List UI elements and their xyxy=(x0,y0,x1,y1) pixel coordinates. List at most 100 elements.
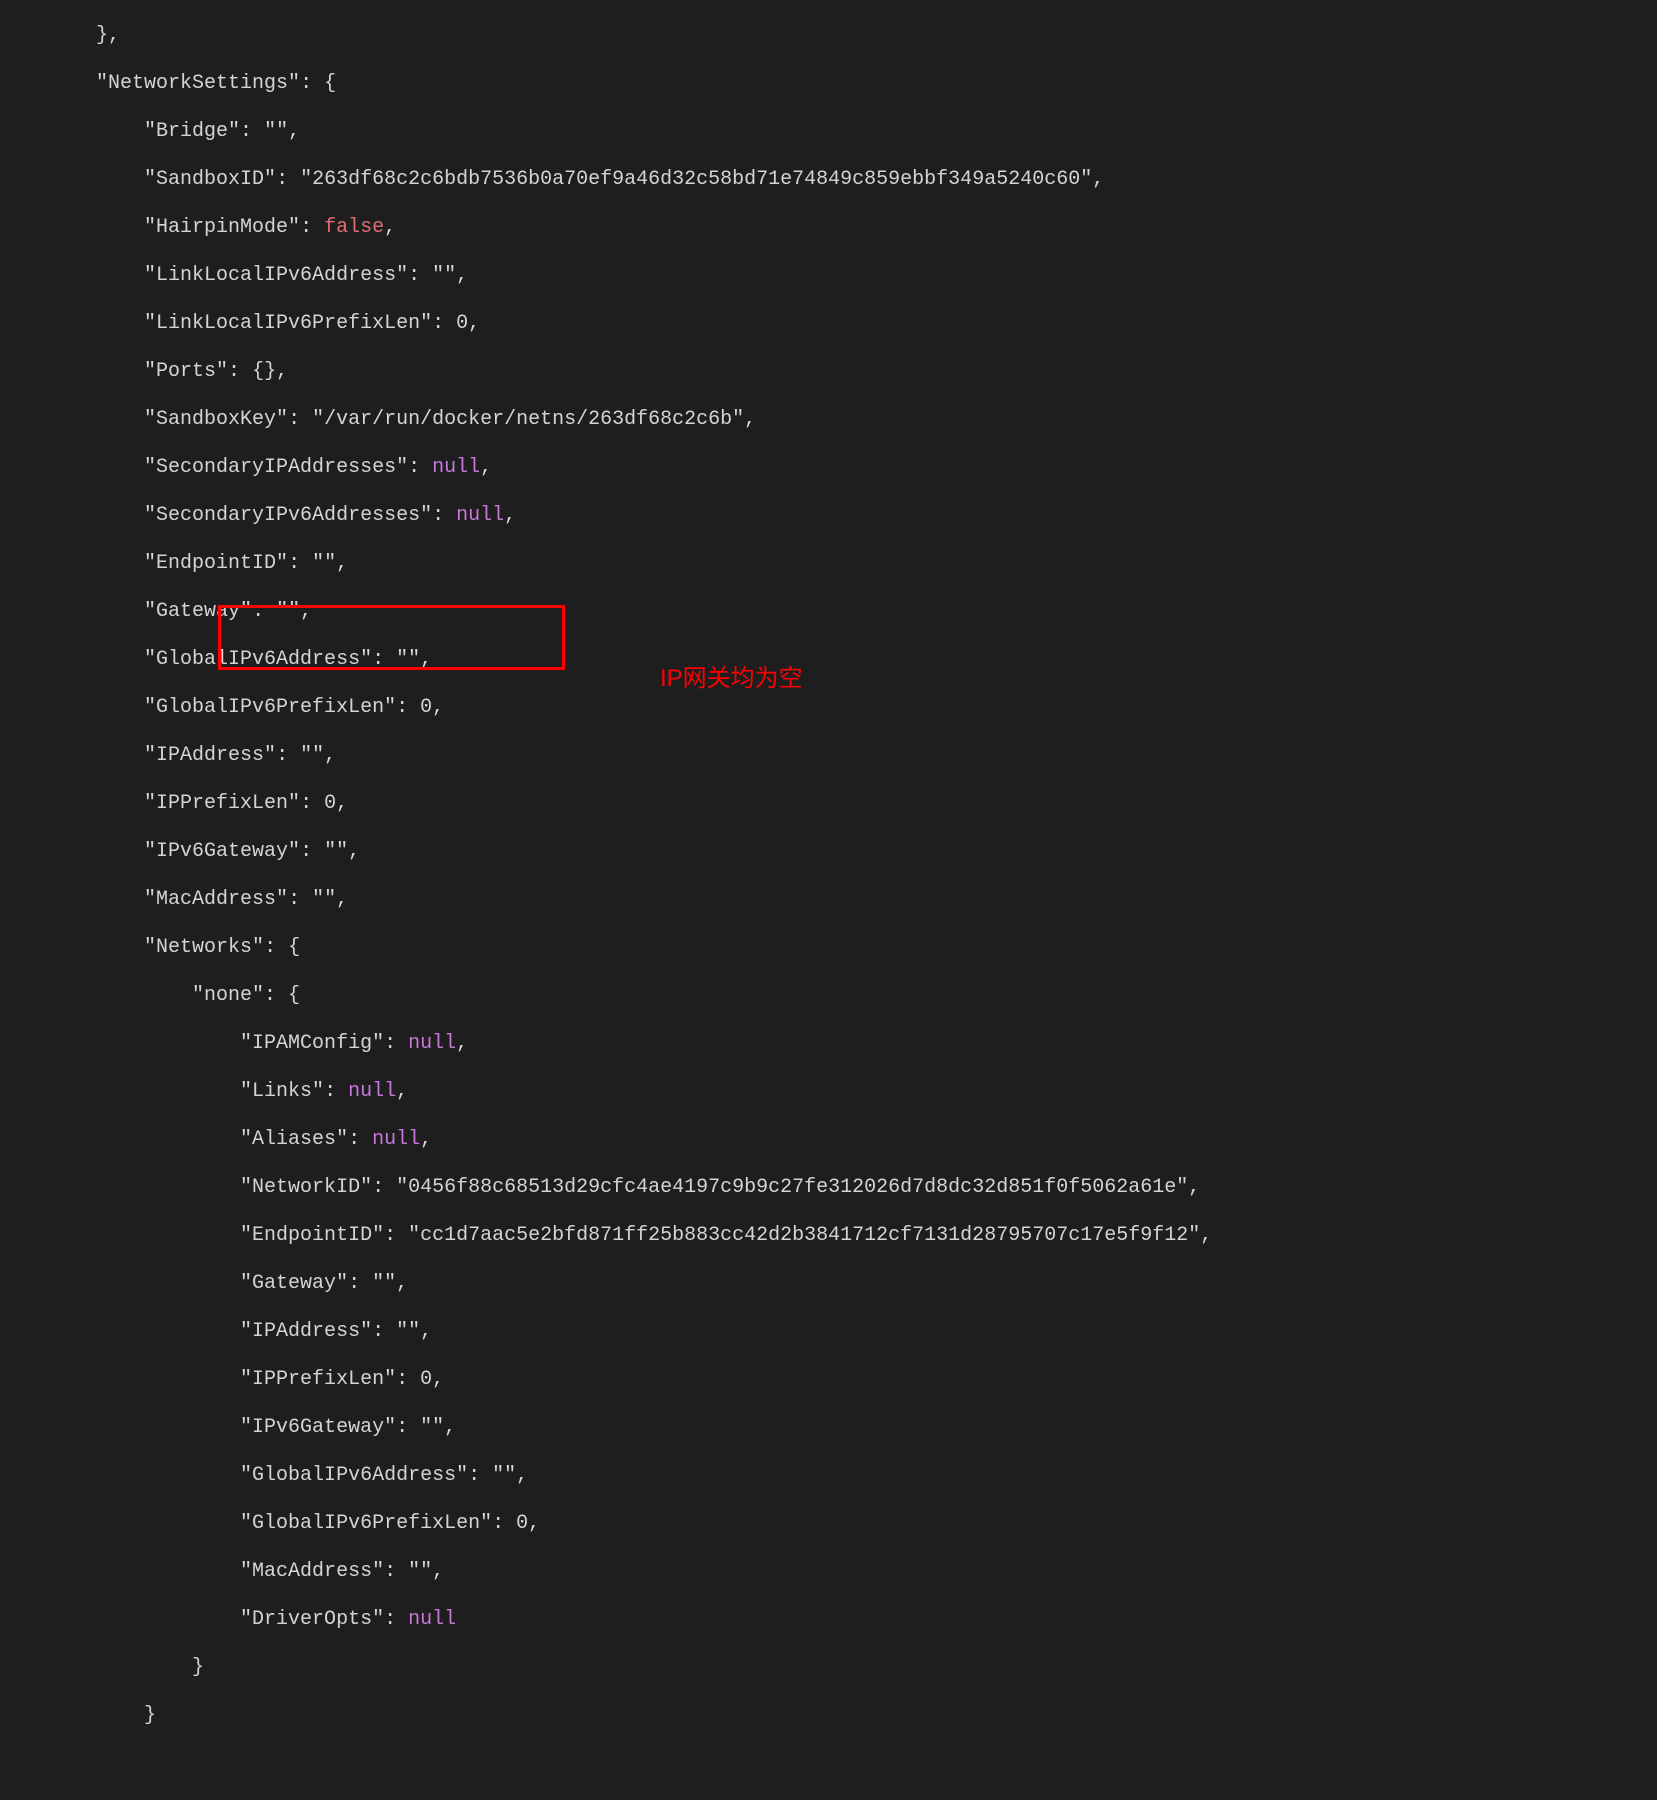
code-line: "Bridge": "", xyxy=(0,120,1657,144)
code-line: } xyxy=(0,1704,1657,1728)
json-value-false: false xyxy=(324,216,384,239)
json-value-null: null xyxy=(432,456,480,479)
json-key: "Networks" xyxy=(144,936,264,959)
json-key: "GlobalIPv6PrefixLen" xyxy=(144,696,396,719)
json-key: "GlobalIPv6Address" xyxy=(144,648,372,671)
json-value: "" xyxy=(372,1272,396,1295)
code-line: "GlobalIPv6Address": "", xyxy=(0,648,1657,672)
code-line: "MacAddress": "", xyxy=(0,888,1657,912)
code-line: "IPPrefixLen": 0, xyxy=(0,792,1657,816)
json-key: "IPPrefixLen" xyxy=(240,1368,396,1391)
json-key: "GlobalIPv6Address" xyxy=(240,1464,468,1487)
json-value: "" xyxy=(276,600,300,623)
json-key: "Gateway" xyxy=(144,600,252,623)
json-key: "EndpointID" xyxy=(144,552,288,575)
json-key: "MacAddress" xyxy=(144,888,288,911)
json-key: "DriverOpts" xyxy=(240,1608,384,1631)
json-value: "" xyxy=(408,1560,432,1583)
code-line: "LinkLocalIPv6Address": "", xyxy=(0,264,1657,288)
json-key: "LinkLocalIPv6PrefixLen" xyxy=(144,312,432,335)
code-line: "SecondaryIPAddresses": null, xyxy=(0,456,1657,480)
code-line: "Gateway": "", xyxy=(0,600,1657,624)
code-line: "SandboxID": "263df68c2c6bdb7536b0a70ef9… xyxy=(0,168,1657,192)
json-value: "263df68c2c6bdb7536b0a70ef9a46d32c58bd71… xyxy=(300,168,1092,191)
json-value-null: null xyxy=(408,1032,456,1055)
json-key: "SecondaryIPv6Addresses" xyxy=(144,504,432,527)
json-key: "LinkLocalIPv6Address" xyxy=(144,264,408,287)
json-value: 0 xyxy=(420,696,432,719)
json-key: "Links" xyxy=(240,1080,324,1103)
json-key: "Ports" xyxy=(144,360,228,383)
code-line: "GlobalIPv6PrefixLen": 0, xyxy=(0,1512,1657,1536)
code-line: "SandboxKey": "/var/run/docker/netns/263… xyxy=(0,408,1657,432)
json-key: "Gateway" xyxy=(240,1272,348,1295)
code-line: "Aliases": null, xyxy=(0,1128,1657,1152)
json-value: "" xyxy=(396,648,420,671)
code-line: "EndpointID": "", xyxy=(0,552,1657,576)
json-key: "NetworkSettings" xyxy=(96,72,300,95)
code-line: "GlobalIPv6PrefixLen": 0, xyxy=(0,696,1657,720)
code-line: "IPAMConfig": null, xyxy=(0,1032,1657,1056)
json-value: "" xyxy=(432,264,456,287)
json-value: "cc1d7aac5e2bfd871ff25b883cc42d2b3841712… xyxy=(408,1224,1200,1247)
json-value: "/var/run/docker/netns/263df68c2c6b" xyxy=(312,408,744,431)
code-line: "EndpointID": "cc1d7aac5e2bfd871ff25b883… xyxy=(0,1224,1657,1248)
json-value: "" xyxy=(420,1416,444,1439)
json-key: "HairpinMode" xyxy=(144,216,300,239)
code-line: "DriverOpts": null xyxy=(0,1608,1657,1632)
json-value: "" xyxy=(312,888,336,911)
json-key: "IPv6Gateway" xyxy=(240,1416,396,1439)
json-value-null: null xyxy=(372,1128,420,1151)
json-value: 0 xyxy=(456,312,468,335)
code-line: "HairpinMode": false, xyxy=(0,216,1657,240)
code-line: "IPAddress": "", xyxy=(0,1320,1657,1344)
code-line: "IPv6Gateway": "", xyxy=(0,1416,1657,1440)
json-value: "" xyxy=(492,1464,516,1487)
code-line: "IPAddress": "", xyxy=(0,744,1657,768)
json-key: "SecondaryIPAddresses" xyxy=(144,456,408,479)
json-key: "IPPrefixLen" xyxy=(144,792,300,815)
json-value-null: null xyxy=(408,1608,456,1631)
json-code-output: }, "NetworkSettings": { "Bridge": "", "S… xyxy=(0,0,1657,1800)
json-value: 0 xyxy=(324,792,336,815)
json-value: "" xyxy=(324,840,348,863)
json-key: "EndpointID" xyxy=(240,1224,384,1247)
json-key: "GlobalIPv6PrefixLen" xyxy=(240,1512,492,1535)
json-value: {} xyxy=(252,360,276,383)
code-line: }, xyxy=(0,24,1657,48)
json-key: "MacAddress" xyxy=(240,1560,384,1583)
code-line: "NetworkSettings": { xyxy=(0,72,1657,96)
code-line: "Networks": { xyxy=(0,936,1657,960)
json-key: "SandboxKey" xyxy=(144,408,288,431)
json-value-null: null xyxy=(348,1080,396,1103)
json-value: "" xyxy=(396,1320,420,1343)
json-key: "NetworkID" xyxy=(240,1176,372,1199)
json-key: "IPAMConfig" xyxy=(240,1032,384,1055)
json-key: "IPv6Gateway" xyxy=(144,840,300,863)
code-line: "GlobalIPv6Address": "", xyxy=(0,1464,1657,1488)
json-key: "IPAddress" xyxy=(240,1320,372,1343)
code-line: "Links": null, xyxy=(0,1080,1657,1104)
json-value: 0 xyxy=(420,1368,432,1391)
json-value: 0 xyxy=(516,1512,528,1535)
code-line: "IPv6Gateway": "", xyxy=(0,840,1657,864)
json-key: "Bridge" xyxy=(144,120,240,143)
code-line: "MacAddress": "", xyxy=(0,1560,1657,1584)
json-value: "" xyxy=(312,552,336,575)
json-value: "" xyxy=(300,744,324,767)
code-line: "NetworkID": "0456f88c68513d29cfc4ae4197… xyxy=(0,1176,1657,1200)
code-line: "none": { xyxy=(0,984,1657,1008)
json-key: "SandboxID" xyxy=(144,168,276,191)
code-line: } xyxy=(0,1656,1657,1680)
code-line: "IPPrefixLen": 0, xyxy=(0,1368,1657,1392)
json-value: "" xyxy=(264,120,288,143)
code-line: "Gateway": "", xyxy=(0,1272,1657,1296)
code-line: "LinkLocalIPv6PrefixLen": 0, xyxy=(0,312,1657,336)
json-key: "IPAddress" xyxy=(144,744,276,767)
json-value-null: null xyxy=(456,504,504,527)
json-value: "0456f88c68513d29cfc4ae4197c9b9c27fe3120… xyxy=(396,1176,1188,1199)
json-key: "none" xyxy=(192,984,264,1007)
code-line: "Ports": {}, xyxy=(0,360,1657,384)
json-key: "Aliases" xyxy=(240,1128,348,1151)
code-line: "SecondaryIPv6Addresses": null, xyxy=(0,504,1657,528)
